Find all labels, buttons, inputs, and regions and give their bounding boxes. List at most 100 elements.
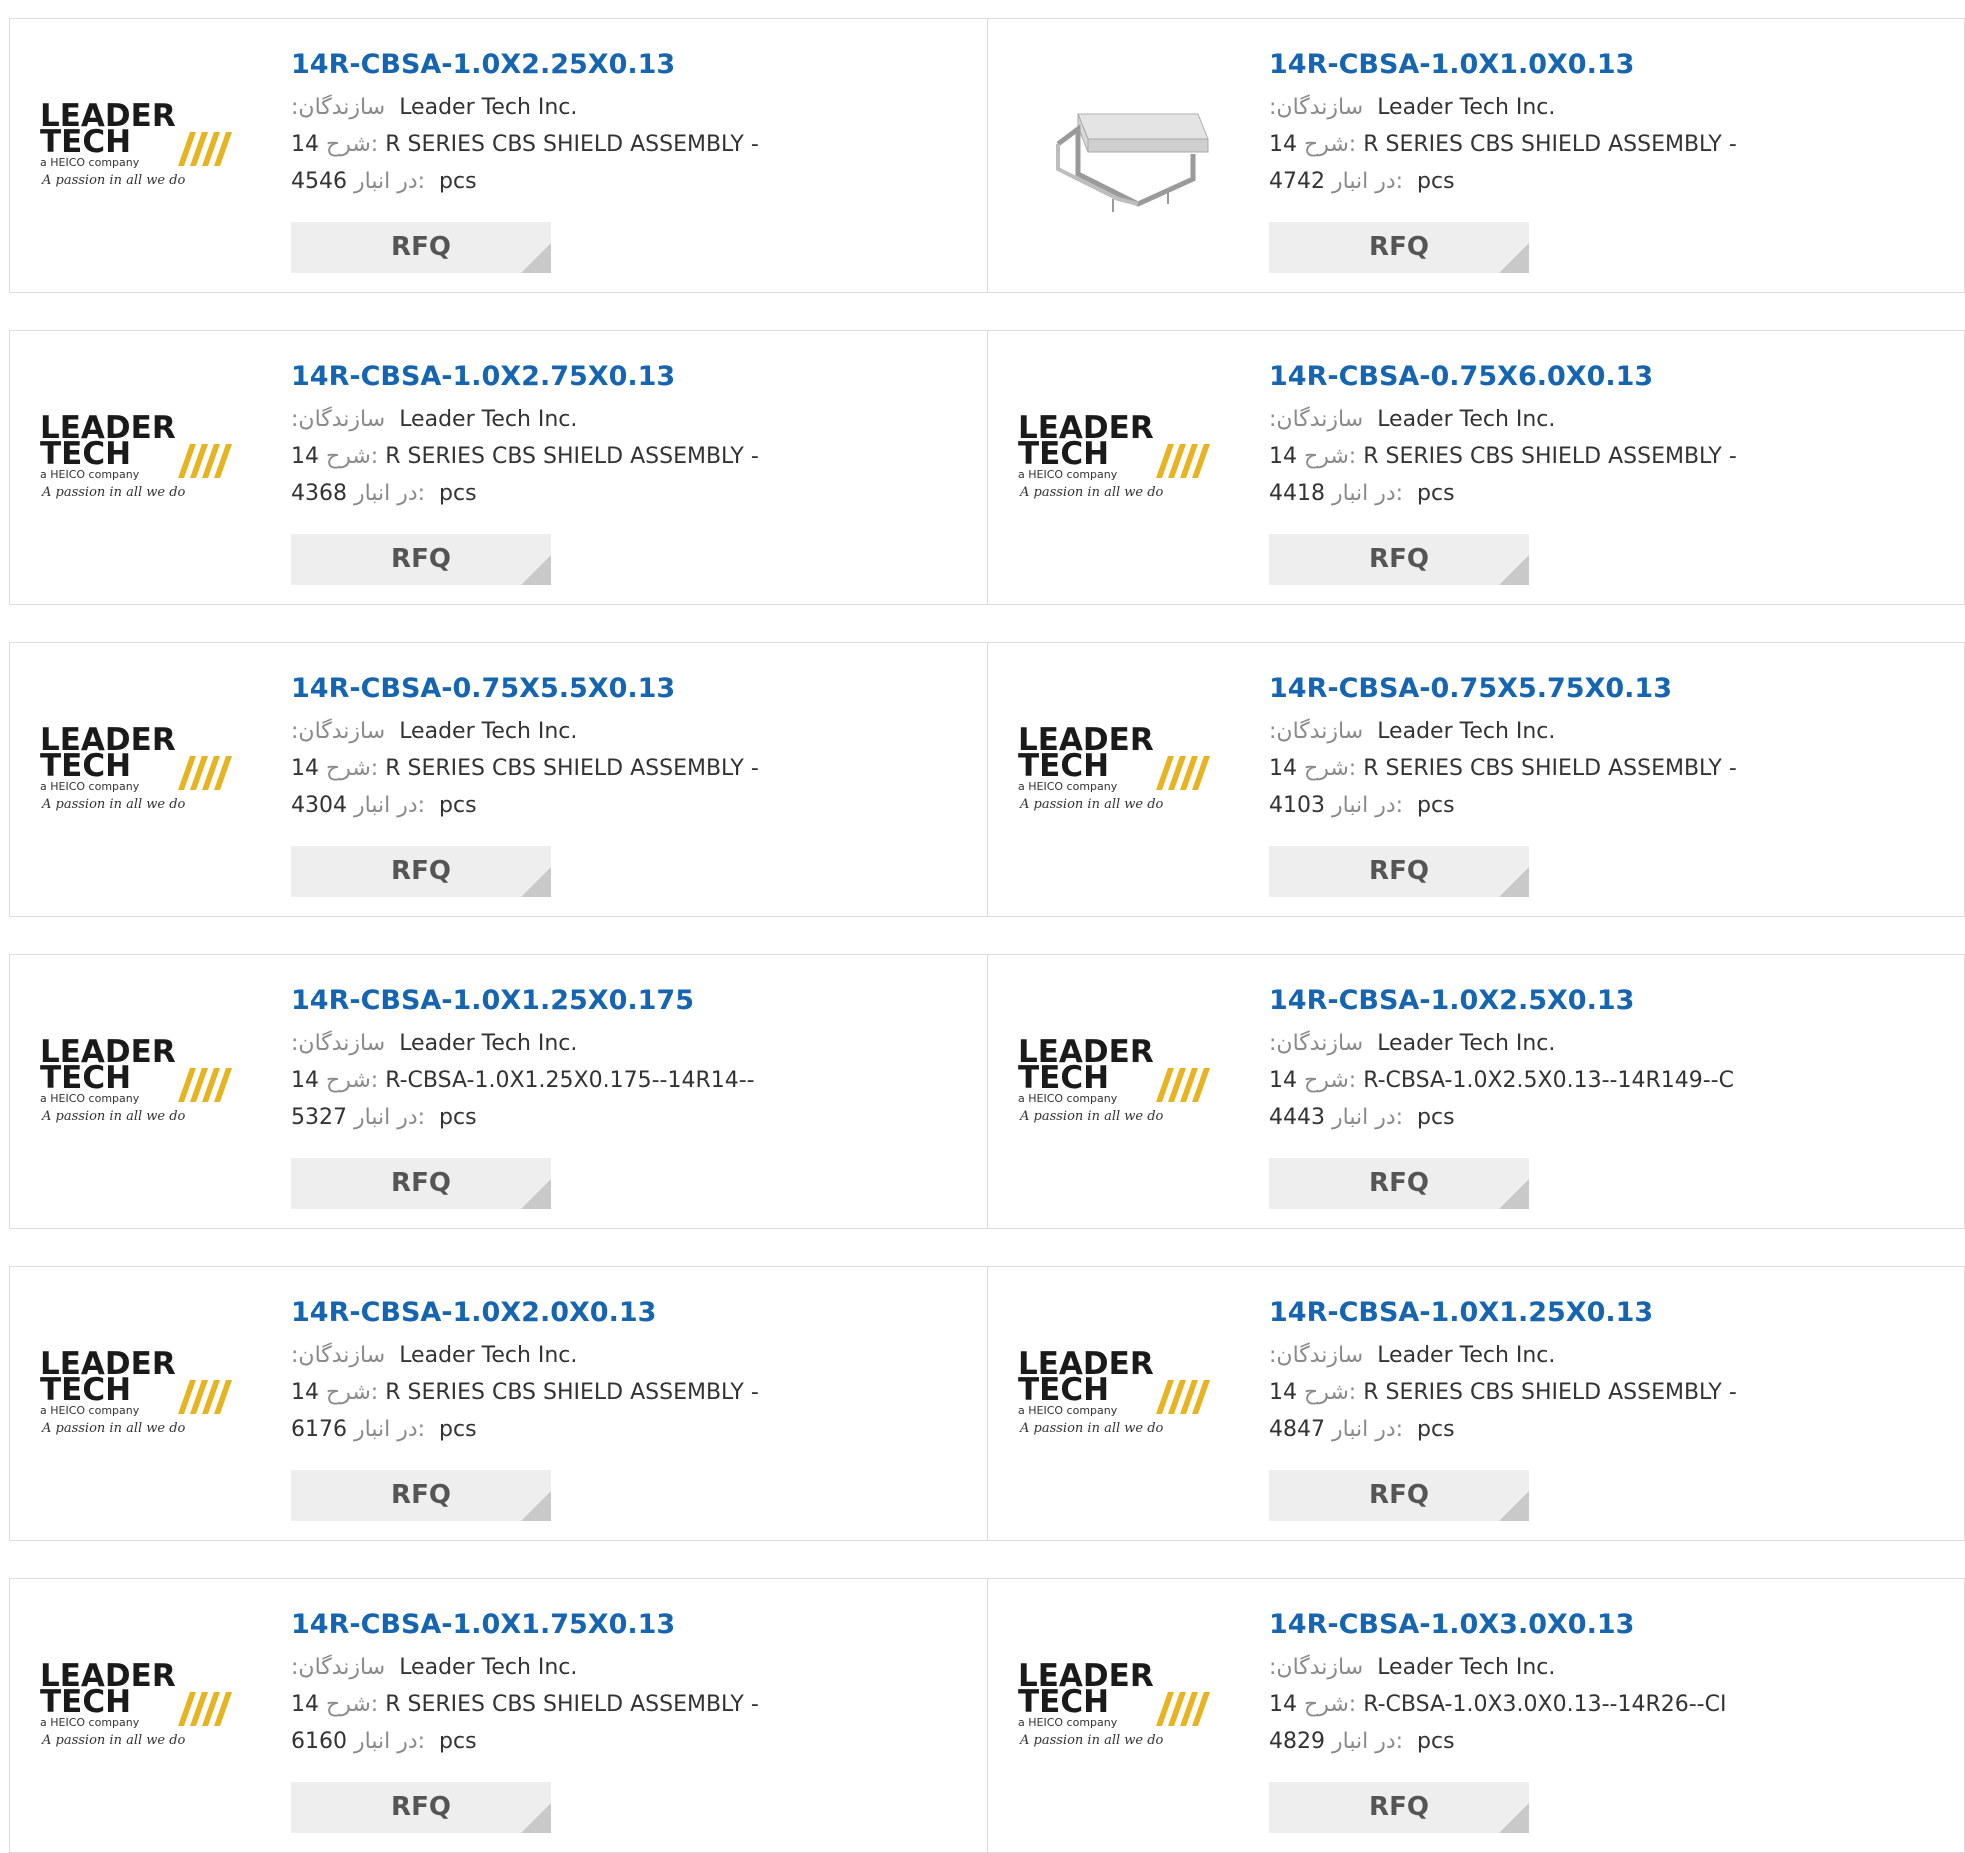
product-image[interactable]: LEADER TECH a HEICO company A passion in al…: [1018, 1342, 1218, 1462]
product-image[interactable]: LEADER TECH a HEICO company A passion in al…: [1018, 1654, 1218, 1774]
logo-slogan: A passion in all we do: [41, 1109, 186, 1124]
product-title-link[interactable]: 14R-CBSA-1.0X1.0X0.13: [1269, 47, 1929, 83]
product-card: 14R-CBSA-1.0X1.0X0.13 :سازندگان Leader T…: [987, 19, 1964, 292]
rfq-button[interactable]: RFQ: [291, 1782, 551, 1833]
product-info: 14R-CBSA-0.75X5.5X0.13 :سازندگان Leader …: [291, 671, 951, 824]
manufacturer-value: Leader Tech Inc.: [399, 95, 578, 120]
description-label: شرح:: [1304, 756, 1357, 781]
logo-stripes-icon: [1156, 444, 1210, 478]
logo-slogan: A passion in all we do: [1019, 1109, 1164, 1124]
logo-text-tech: TECH: [1018, 1372, 1109, 1408]
product-info: 14R-CBSA-1.0X1.75X0.13 :سازندگان Leader …: [291, 1607, 951, 1760]
manufacturer-label: :سازندگان: [1269, 407, 1364, 432]
logo-text-tech: TECH: [40, 1372, 131, 1408]
manufacturer-line: :سازندگان Leader Tech Inc.: [291, 1649, 951, 1686]
description-number: 14: [291, 444, 319, 469]
product-title-link[interactable]: 14R-CBSA-1.0X1.25X0.13: [1269, 1295, 1929, 1331]
description-line: 14 شرح: R SERIES CBS SHIELD ASSEMBLY -: [1269, 750, 1929, 787]
product-image[interactable]: LEADER TECH a HEICO company A passion in al…: [40, 94, 240, 214]
logo-stripes-icon: [178, 1692, 232, 1726]
description-value: R SERIES CBS SHIELD ASSEMBLY -: [1363, 132, 1737, 157]
description-value: R-CBSA-1.0X2.5X0.13--14R149--C: [1363, 1068, 1734, 1093]
rfq-button-label: RFQ: [1369, 544, 1429, 574]
product-title-link[interactable]: 14R-CBSA-0.75X5.5X0.13: [291, 671, 951, 707]
rfq-button[interactable]: RFQ: [291, 534, 551, 585]
product-image[interactable]: [1018, 94, 1218, 214]
description-label: شرح:: [1304, 1692, 1357, 1717]
product-card: LEADER TECH a HEICO company A passion in al…: [987, 1579, 1964, 1852]
manufacturer-line: :سازندگان Leader Tech Inc.: [1269, 1025, 1929, 1062]
logo-text-tech: TECH: [40, 748, 131, 784]
product-title-link[interactable]: 14R-CBSA-1.0X2.5X0.13: [1269, 983, 1929, 1019]
rfq-button-label: RFQ: [391, 1792, 451, 1822]
description-line: 14 شرح: R SERIES CBS SHIELD ASSEMBLY -: [1269, 1374, 1929, 1411]
corner-fold-icon: [1499, 1491, 1529, 1521]
manufacturer-label: :سازندگان: [291, 719, 386, 744]
manufacturer-value: Leader Tech Inc.: [1377, 719, 1556, 744]
product-image[interactable]: LEADER TECH a HEICO company A passion in al…: [40, 1030, 240, 1150]
product-title-link[interactable]: 14R-CBSA-1.0X2.75X0.13: [291, 359, 951, 395]
rfq-button[interactable]: RFQ: [1269, 1470, 1529, 1521]
product-card: LEADER TECH a HEICO company A passion in al…: [987, 955, 1964, 1228]
product-title-link[interactable]: 14R-CBSA-1.0X1.25X0.175: [291, 983, 951, 1019]
manufacturer-label: :سازندگان: [1269, 719, 1364, 744]
manufacturer-line: :سازندگان Leader Tech Inc.: [1269, 1649, 1929, 1686]
product-row: LEADER TECH a HEICO company A passion in al…: [9, 954, 1965, 1229]
product-title-link[interactable]: 14R-CBSA-1.0X2.25X0.13: [291, 47, 951, 83]
corner-fold-icon: [1499, 1803, 1529, 1833]
description-line: 14 شرح: R SERIES CBS SHIELD ASSEMBLY -: [291, 1374, 951, 1411]
product-image[interactable]: LEADER TECH a HEICO company A passion in al…: [1018, 406, 1218, 526]
leader-tech-logo: LEADERTECHa HEICO companyA passion in al…: [1018, 1034, 1210, 1124]
product-title-link[interactable]: 14R-CBSA-1.0X3.0X0.13: [1269, 1607, 1929, 1643]
product-image[interactable]: LEADER TECH a HEICO company A passion in al…: [40, 406, 240, 526]
shield-assembly-photo: [1056, 113, 1209, 212]
description-line: 14 شرح: R SERIES CBS SHIELD ASSEMBLY -: [1269, 126, 1929, 163]
product-title-link[interactable]: 14R-CBSA-1.0X2.0X0.13: [291, 1295, 951, 1331]
rfq-button[interactable]: RFQ: [291, 1158, 551, 1209]
leader-tech-logo: LEADERTECHa HEICO companyA passion in al…: [1018, 410, 1210, 500]
stock-unit: pcs: [1417, 169, 1455, 194]
logo-text-tech: TECH: [1018, 436, 1109, 472]
leader-tech-logo: LEADERTECHa HEICO companyA passion in al…: [40, 1346, 232, 1436]
product-row: LEADER TECH a HEICO company A passion in al…: [9, 330, 1965, 605]
stock-line: 6160 در انبار: pcs: [291, 1723, 951, 1760]
rfq-button[interactable]: RFQ: [291, 846, 551, 897]
corner-fold-icon: [521, 1803, 551, 1833]
product-title-link[interactable]: 14R-CBSA-1.0X1.75X0.13: [291, 1607, 951, 1643]
logo-text-tech: TECH: [40, 1060, 131, 1096]
description-number: 14: [291, 756, 319, 781]
product-image[interactable]: LEADER TECH a HEICO company A passion in al…: [40, 1342, 240, 1462]
rfq-button[interactable]: RFQ: [1269, 846, 1529, 897]
stock-label: در انبار:: [1332, 169, 1404, 194]
logo-slogan: A passion in all we do: [1019, 485, 1164, 500]
description-value: R SERIES CBS SHIELD ASSEMBLY -: [385, 1692, 759, 1717]
description-value: R SERIES CBS SHIELD ASSEMBLY -: [1363, 1380, 1737, 1405]
rfq-button[interactable]: RFQ: [1269, 1158, 1529, 1209]
stock-unit: pcs: [439, 1417, 477, 1442]
product-row: LEADER TECH a HEICO company A passion in al…: [9, 1578, 1965, 1853]
leader-tech-logo: LEADERTECHa HEICO companyA passion in al…: [40, 1034, 232, 1124]
rfq-button[interactable]: RFQ: [1269, 534, 1529, 585]
logo-stripes-icon: [1156, 1068, 1210, 1102]
logo-tagline: a HEICO company: [1018, 468, 1118, 481]
rfq-button[interactable]: RFQ: [291, 222, 551, 273]
rfq-button[interactable]: RFQ: [1269, 1782, 1529, 1833]
product-image[interactable]: LEADER TECH a HEICO company A passion in al…: [40, 1654, 240, 1774]
product-image[interactable]: LEADER TECH a HEICO company A passion in al…: [1018, 718, 1218, 838]
stock-value: 4546: [291, 169, 347, 194]
description-value: R SERIES CBS SHIELD ASSEMBLY -: [385, 444, 759, 469]
rfq-button[interactable]: RFQ: [291, 1470, 551, 1521]
product-info: 14R-CBSA-1.0X3.0X0.13 :سازندگان Leader T…: [1269, 1607, 1929, 1760]
rfq-button[interactable]: RFQ: [1269, 222, 1529, 273]
product-image[interactable]: LEADER TECH a HEICO company A passion in al…: [1018, 1030, 1218, 1150]
product-title-link[interactable]: 14R-CBSA-0.75X6.0X0.13: [1269, 359, 1929, 395]
product-row: LEADER TECH a HEICO company A passion in al…: [9, 1266, 1965, 1541]
stock-value: 4368: [291, 481, 347, 506]
stock-value: 4847: [1269, 1417, 1325, 1442]
manufacturer-value: Leader Tech Inc.: [399, 719, 578, 744]
logo-stripes-icon: [178, 444, 232, 478]
stock-label: در انبار:: [1332, 481, 1404, 506]
product-image[interactable]: LEADER TECH a HEICO company A passion in al…: [40, 718, 240, 838]
product-title-link[interactable]: 14R-CBSA-0.75X5.75X0.13: [1269, 671, 1929, 707]
logo-text-tech: TECH: [40, 1684, 131, 1720]
